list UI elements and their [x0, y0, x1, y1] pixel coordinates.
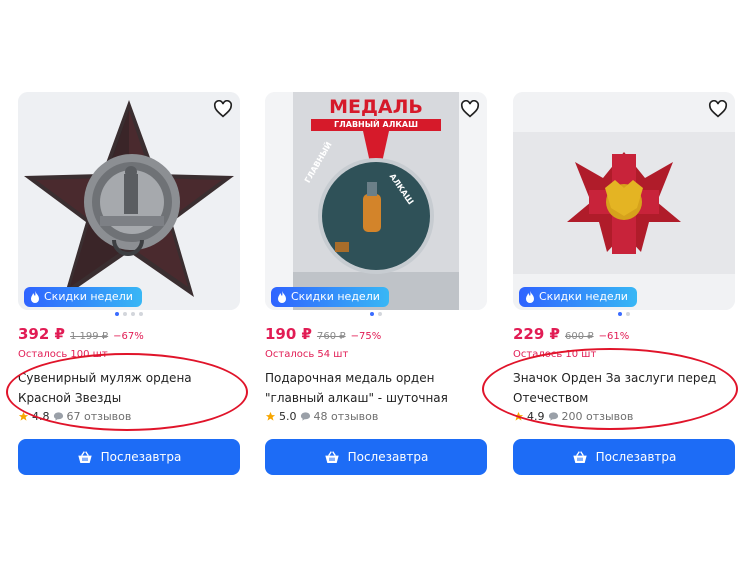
reviews-count[interactable]: 48 отзывов	[314, 410, 379, 423]
old-price: 1 199 ₽	[69, 331, 109, 342]
price-row: 190 ₽ 760 ₽ −75%	[265, 325, 381, 347]
pagination-dot[interactable]	[131, 312, 135, 316]
stock-left: Осталось 10 шт	[513, 349, 597, 360]
reviews-count[interactable]: 200 отзывов	[562, 410, 634, 423]
stock-left: Осталось 100 шт	[18, 349, 108, 360]
heart-icon	[213, 100, 233, 118]
image-pagination	[513, 312, 735, 320]
pagination-dot[interactable]	[123, 312, 127, 316]
product-card-2[interactable]: МЕДАЛЬ ГЛАВНЫЙ АЛКАШ ГЛАВНЫЙ АЛКАШ Скидк…	[265, 92, 487, 475]
price-row: 392 ₽ 1 199 ₽ −67%	[18, 325, 144, 347]
price: 392 ₽	[18, 325, 65, 343]
badge-label: Скидки недели	[291, 290, 380, 303]
fire-icon	[31, 291, 39, 303]
star-icon	[513, 411, 524, 421]
badge-label: Скидки недели	[539, 290, 628, 303]
weekly-discount-badge: Скидки недели	[24, 287, 142, 307]
product-image-2[interactable]: МЕДАЛЬ ГЛАВНЫЙ АЛКАШ ГЛАВНЫЙ АЛКАШ Скидк…	[265, 92, 487, 310]
basket-icon	[324, 451, 339, 463]
basket-icon	[572, 451, 587, 463]
rating: 4.9 200 отзывов	[513, 410, 633, 423]
order-merit-badge-image	[513, 92, 735, 310]
pagination-dot[interactable]	[115, 312, 119, 316]
button-label: Послезавтра	[347, 450, 429, 464]
add-to-cart-button[interactable]: Послезавтра	[18, 439, 240, 475]
old-price: 760 ₽	[316, 331, 346, 342]
comment-icon	[53, 412, 63, 421]
product-title[interactable]: Подарочная медаль орден "главный алкаш" …	[265, 368, 487, 408]
heart-icon	[708, 100, 728, 118]
comment-icon	[548, 412, 558, 421]
product-image-3[interactable]: Скидки недели	[513, 92, 735, 310]
add-to-cart-button[interactable]: Послезавтра	[513, 439, 735, 475]
favorite-button[interactable]	[212, 98, 234, 120]
discount: −67%	[113, 331, 144, 342]
rating: 4.8 67 отзывов	[18, 410, 131, 423]
banner-subtitle: ГЛАВНЫЙ АЛКАШ	[311, 119, 441, 131]
pagination-dot[interactable]	[626, 312, 630, 316]
product-title[interactable]: Сувенирный муляж ордена Красной Звезды	[18, 368, 240, 408]
price: 229 ₽	[513, 325, 560, 343]
rating-value: 5.0	[279, 410, 297, 423]
rating-value: 4.8	[32, 410, 50, 423]
pagination-dot[interactable]	[618, 312, 622, 316]
star-icon	[18, 411, 29, 421]
product-card-3[interactable]: Скидки недели 229 ₽ 600 ₽ −61% Осталось …	[513, 92, 735, 475]
favorite-button[interactable]	[707, 98, 729, 120]
product-image-1[interactable]: Скидки недели	[18, 92, 240, 310]
fire-icon	[526, 291, 534, 303]
old-price: 600 ₽	[564, 331, 594, 342]
button-label: Послезавтра	[595, 450, 677, 464]
price: 190 ₽	[265, 325, 312, 343]
price-row: 229 ₽ 600 ₽ −61%	[513, 325, 629, 347]
heart-icon	[460, 100, 480, 118]
rating: 5.0 48 отзывов	[265, 410, 378, 423]
favorite-button[interactable]	[459, 98, 481, 120]
badge-label: Скидки недели	[44, 290, 133, 303]
reviews-count[interactable]: 67 отзывов	[67, 410, 132, 423]
basket-icon	[77, 451, 92, 463]
button-label: Послезавтра	[100, 450, 182, 464]
star-icon	[265, 411, 276, 421]
pagination-dot[interactable]	[139, 312, 143, 316]
product-title[interactable]: Значок Орден За заслуги перед Отечеством	[513, 368, 735, 408]
fire-icon	[278, 291, 286, 303]
red-star-order-image	[18, 92, 240, 310]
pagination-dot[interactable]	[378, 312, 382, 316]
stock-left: Осталось 54 шт	[265, 349, 349, 360]
pagination-dot[interactable]	[370, 312, 374, 316]
image-pagination	[265, 312, 487, 320]
discount: −61%	[598, 331, 630, 342]
discount: −75%	[350, 331, 382, 342]
image-pagination	[18, 312, 240, 320]
add-to-cart-button[interactable]: Послезавтра	[265, 439, 487, 475]
rating-value: 4.9	[527, 410, 545, 423]
comment-icon	[300, 412, 310, 421]
product-card-1[interactable]: Скидки недели 392 ₽ 1 199 ₽ −67% Осталос…	[18, 92, 240, 475]
weekly-discount-badge: Скидки недели	[271, 287, 389, 307]
banner-title: МЕДАЛЬ	[329, 96, 423, 118]
weekly-discount-badge: Скидки недели	[519, 287, 637, 307]
